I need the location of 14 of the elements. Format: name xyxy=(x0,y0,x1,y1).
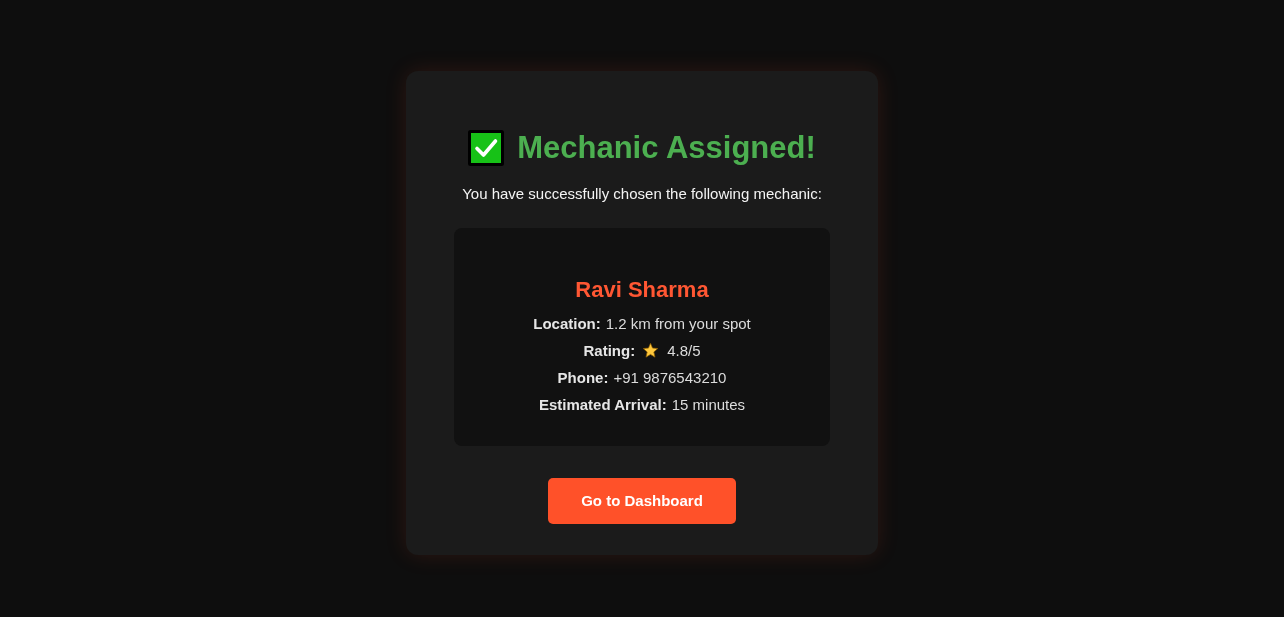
detail-value: 15 minutes xyxy=(671,396,746,413)
dashboard-button[interactable]: Go to Dashboard xyxy=(548,478,736,524)
detail-label: Phone: xyxy=(557,369,609,386)
detail-label: Rating: xyxy=(583,342,636,359)
mechanic-name: Ravi Sharma xyxy=(575,276,709,304)
confirmation-message: You have successfully chosen the following mechanic: xyxy=(462,184,822,204)
detail-label: Location: xyxy=(533,315,601,332)
detail-value: +91 9876543210 xyxy=(613,369,727,386)
checkmark-icon xyxy=(468,130,505,166)
star-icon xyxy=(642,342,660,359)
detail-label: Estimated Arrival: xyxy=(538,396,667,413)
detail-value: 1.2 km from your spot xyxy=(605,315,751,332)
page-title: Mechanic Assigned! xyxy=(517,129,816,167)
detail-value: 4.8/5 xyxy=(667,342,701,359)
